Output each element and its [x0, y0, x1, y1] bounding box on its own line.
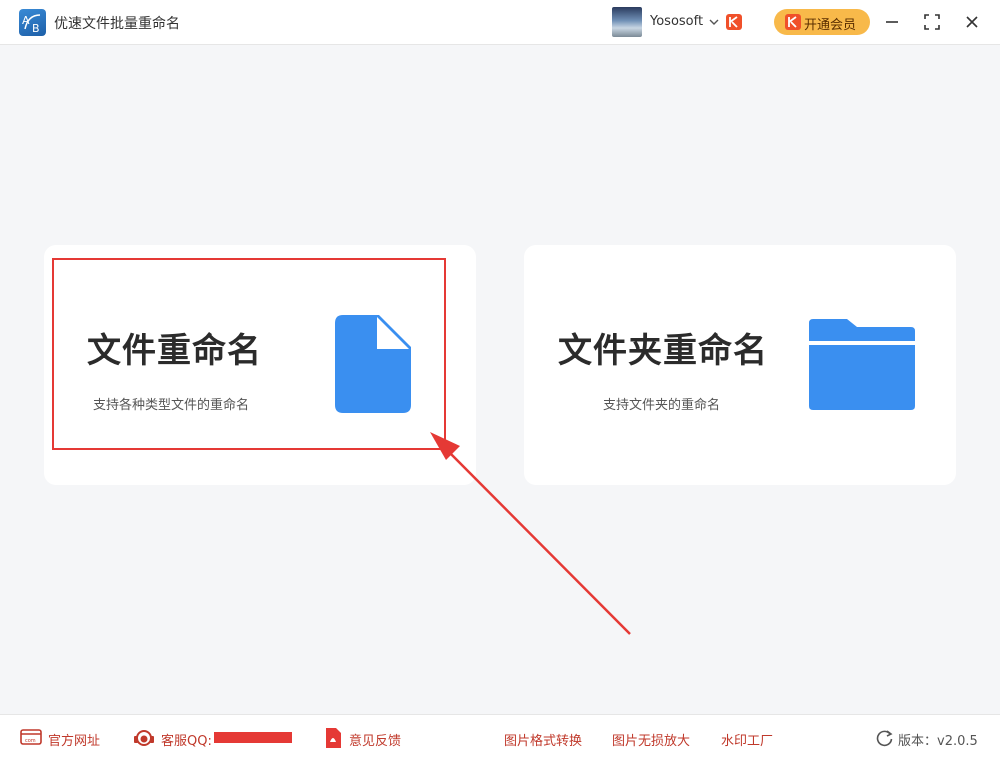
- minimize-icon[interactable]: [882, 12, 902, 32]
- service-qq-label[interactable]: 客服QQ:: [161, 730, 212, 749]
- chevron-down-icon[interactable]: [708, 16, 720, 28]
- folder-rename-title: 文件夹重命名: [558, 331, 768, 371]
- open-vip-label: 开通会员: [804, 18, 857, 33]
- refresh-icon[interactable]: [876, 729, 894, 747]
- username[interactable]: Yososoft: [650, 14, 703, 29]
- maximize-icon[interactable]: [922, 12, 942, 32]
- version-label: 版本：: [898, 734, 938, 749]
- highlight-box: [52, 258, 446, 450]
- title-bar: A B 优速文件批量重命名 Yososoft 开通会员: [0, 0, 1000, 45]
- close-icon[interactable]: [962, 12, 982, 32]
- vip-badge-icon: [726, 14, 742, 30]
- open-vip-button[interactable]: 开通会员: [774, 9, 870, 35]
- folder-rename-subtitle: 支持文件夹的重命名: [603, 398, 721, 413]
- vip-icon: [785, 14, 801, 30]
- app-title: 优速文件批量重命名: [54, 16, 180, 32]
- app-logo: A B: [19, 9, 46, 36]
- version-value: v2.0.5: [937, 734, 978, 749]
- customer-service-icon: [134, 730, 154, 746]
- version-text: 版本：v2.0.5: [898, 730, 978, 749]
- footer: com 官方网址 客服QQ: 意见反馈 图片格式转换 图片无损放大 水印工厂 版…: [0, 714, 1000, 760]
- official-site-link[interactable]: 官方网址: [48, 730, 100, 749]
- watermark-factory-link[interactable]: 水印工厂: [721, 730, 773, 749]
- feedback-link[interactable]: 意见反馈: [349, 730, 401, 749]
- website-icon: com: [20, 729, 42, 745]
- avatar[interactable]: [612, 7, 642, 37]
- feedback-icon: [326, 728, 341, 748]
- svg-text:B: B: [32, 22, 40, 35]
- folder-icon: [809, 319, 915, 410]
- folder-rename-card[interactable]: 文件夹重命名 支持文件夹的重命名: [524, 245, 956, 485]
- image-upscale-link[interactable]: 图片无损放大: [612, 730, 690, 749]
- svg-text:com: com: [25, 738, 36, 744]
- qq-number-redacted: [214, 732, 292, 743]
- image-format-convert-link[interactable]: 图片格式转换: [504, 730, 582, 749]
